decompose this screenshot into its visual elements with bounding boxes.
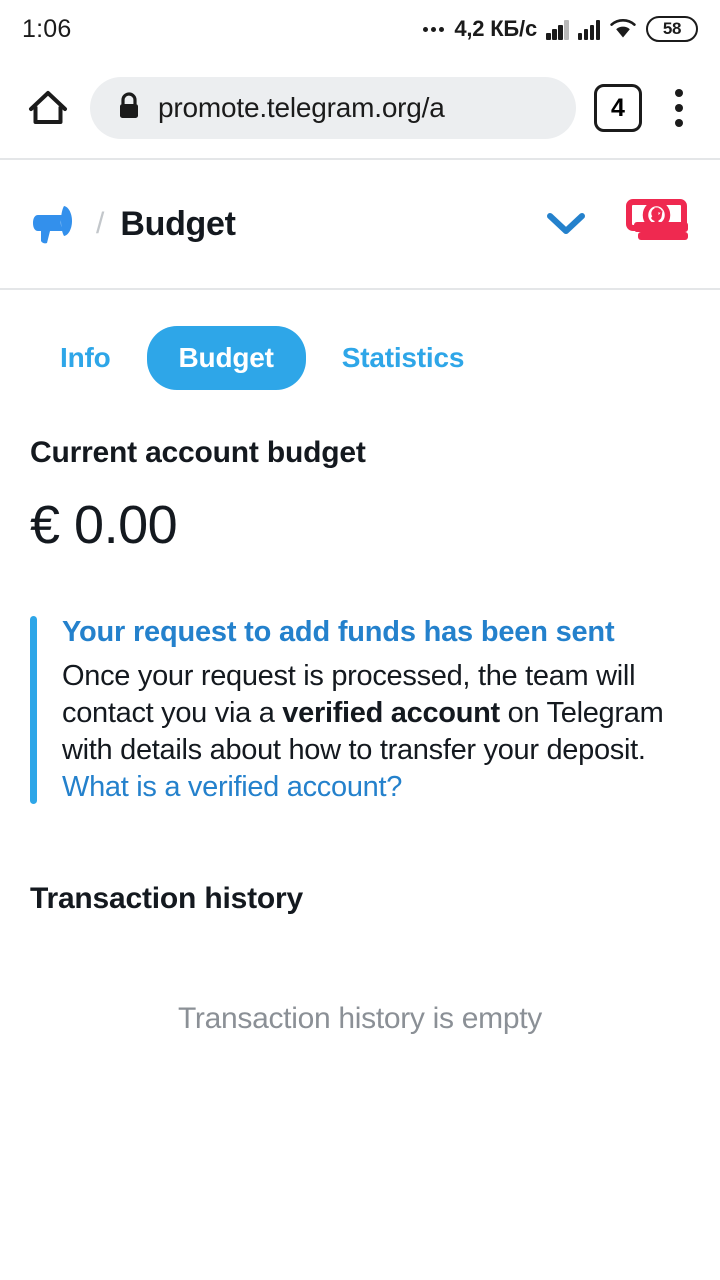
home-icon[interactable] bbox=[20, 80, 76, 136]
callout-body: Once your request is processed, the team… bbox=[62, 658, 690, 806]
callout-body-emphasis: verified account bbox=[282, 696, 500, 729]
tab-bar: Info Budget Statistics bbox=[0, 290, 720, 390]
page-header: / Budget bbox=[0, 160, 720, 288]
url-bar[interactable]: promote.telegram.org/a bbox=[90, 77, 576, 139]
transaction-history-title: Transaction history bbox=[30, 882, 303, 916]
battery-indicator: 58 bbox=[646, 16, 698, 42]
browser-toolbar: promote.telegram.org/a 4 bbox=[0, 58, 720, 158]
funds-request-callout: Your request to add funds has been sent … bbox=[30, 614, 690, 806]
tab-budget[interactable]: Budget bbox=[146, 326, 306, 390]
budget-amount: € 0.00 bbox=[30, 495, 178, 555]
url-text[interactable]: promote.telegram.org/a bbox=[158, 92, 445, 124]
page-title: Budget bbox=[120, 204, 236, 243]
status-bar: 1:06 4,2 КБ/c 58 bbox=[0, 0, 720, 58]
kebab-menu-icon[interactable] bbox=[656, 82, 702, 134]
breadcrumb-separator: / bbox=[96, 207, 105, 240]
cellular-signal-icon-2 bbox=[577, 18, 600, 40]
status-clock: 1:06 bbox=[22, 14, 72, 43]
transaction-history-empty: Transaction history is empty bbox=[178, 1002, 542, 1036]
wifi-icon bbox=[609, 18, 637, 40]
tab-info[interactable]: Info bbox=[34, 326, 137, 390]
money-banknotes-icon[interactable] bbox=[624, 197, 694, 251]
megaphone-icon[interactable] bbox=[30, 201, 82, 247]
tab-statistics[interactable]: Statistics bbox=[316, 326, 491, 390]
tab-counter-button[interactable]: 4 bbox=[594, 84, 642, 132]
lock-icon bbox=[116, 91, 142, 126]
cellular-signal-icon bbox=[546, 18, 569, 40]
chevron-down-icon[interactable] bbox=[542, 200, 590, 248]
callout-title: Your request to add funds has been sent bbox=[62, 616, 615, 648]
network-speed-label: 4,2 КБ/c bbox=[454, 16, 537, 41]
verified-account-link[interactable]: What is a verified account? bbox=[62, 769, 402, 806]
status-indicators: 4,2 КБ/c 58 bbox=[423, 16, 698, 42]
overflow-dots-icon bbox=[423, 26, 445, 32]
current-budget-title: Current account budget bbox=[30, 436, 366, 469]
phone-screen: 1:06 4,2 КБ/c 58 promote.telegram.org/a … bbox=[0, 0, 720, 1280]
page-content: Current account budget € 0.00 Your reque… bbox=[0, 436, 720, 1036]
